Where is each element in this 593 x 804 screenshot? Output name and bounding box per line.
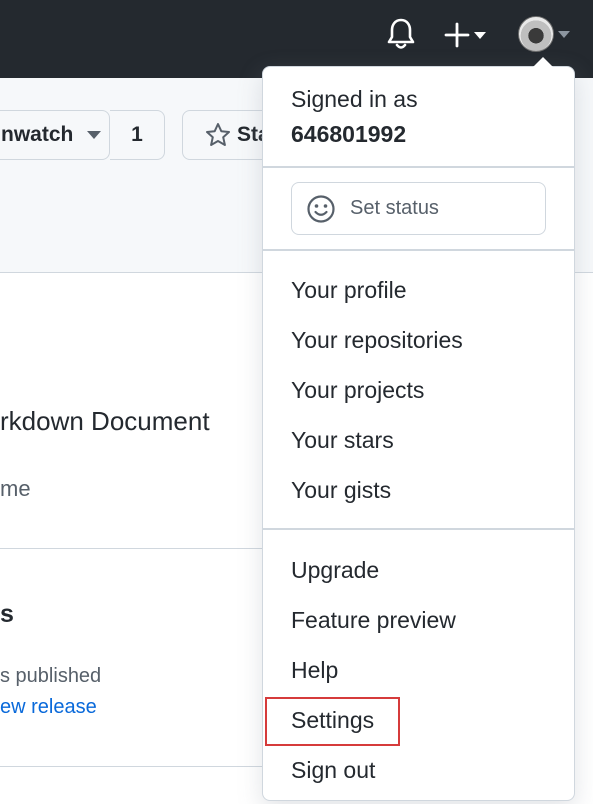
set-status-button[interactable]: Set status [291,182,546,235]
menu-item-your-stars[interactable]: Your stars [291,427,394,454]
releases-text: s published [0,665,102,687]
menu-item-your-profile[interactable]: Your profile [291,277,407,304]
signed-in-username: 646801992 [291,121,407,147]
user-menu-toggle[interactable] [518,16,570,52]
signed-in-label: Signed in as [291,86,418,112]
smiley-icon [307,194,335,223]
plus-icon [444,22,470,48]
menu-item-sign-out[interactable]: Sign out [291,757,375,784]
repo-description-title: rkdown Document [0,406,210,436]
notifications-bell-button[interactable] [386,17,418,51]
repo-description-sub: me [0,476,31,501]
set-status-label: Set status [350,197,439,219]
menu-item-feature-preview[interactable]: Feature preview [291,607,456,634]
menu-divider [263,528,574,530]
menu-divider [263,249,574,251]
create-release-link[interactable]: ew release [0,696,97,719]
watch-label: nwatch [1,123,74,146]
menu-item-your-projects[interactable]: Your projects [291,377,424,404]
menu-item-help[interactable]: Help [291,657,338,684]
bell-icon [387,18,415,49]
menu-divider [263,166,574,168]
menu-item-your-repositories[interactable]: Your repositories [291,327,463,354]
star-icon [206,123,230,146]
menu-item-upgrade[interactable]: Upgrade [291,557,379,584]
chevron-down-icon [87,131,102,139]
chevron-down-icon [558,30,570,38]
releases-heading: s [0,600,14,628]
chevron-down-icon [474,31,486,39]
section-divider [0,548,270,549]
settings-highlight-box [265,697,400,746]
create-new-dropdown[interactable] [444,20,486,50]
watch-count-value: 1 [131,123,143,146]
section-divider [0,766,270,767]
dropdown-caret [533,57,553,67]
menu-item-your-gists[interactable]: Your gists [291,477,391,504]
watch-button[interactable]: nwatch [0,110,110,160]
watch-count[interactable]: 1 [110,110,165,160]
user-avatar [518,16,554,52]
